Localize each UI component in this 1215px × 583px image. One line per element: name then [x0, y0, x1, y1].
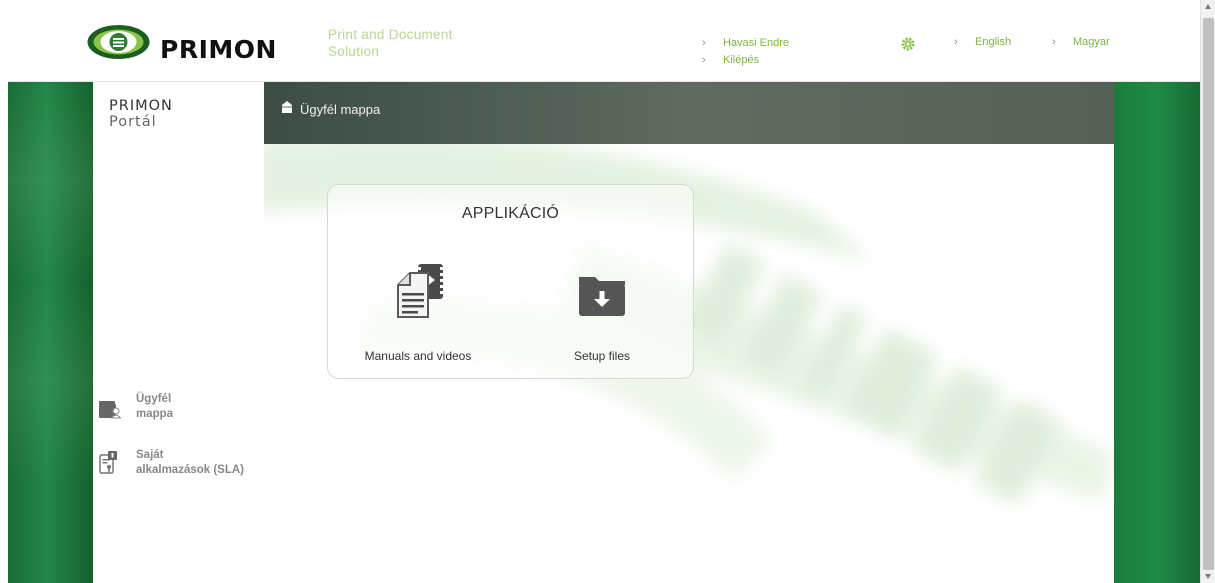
- tile-label: Setup files: [573, 349, 631, 363]
- lang-english-link[interactable]: › English: [954, 36, 1011, 48]
- breadcrumb-current[interactable]: Ügyfél mappa: [300, 102, 380, 117]
- sidebar: PRIMON Portál Ügyfél mappa Saját alkalma…: [93, 82, 264, 583]
- portal-title[interactable]: PRIMON Portál: [109, 98, 173, 130]
- user-name[interactable]: Havasi Endre: [723, 37, 789, 49]
- tile-setup-files[interactable]: Setup files: [532, 263, 672, 363]
- download-folder-icon: [579, 277, 625, 316]
- logout-link[interactable]: › Kilépés: [702, 52, 789, 69]
- chevron-right-icon: ›: [702, 54, 706, 66]
- user-links: › Havasi Endre › Kilépés: [702, 35, 789, 69]
- breadcrumb: Ügyfél mappa: [264, 82, 1114, 144]
- primon-eye-logo-icon[interactable]: [86, 23, 151, 61]
- tagline-line2: Solution: [328, 44, 380, 59]
- sidebar-item-line2: mappa: [136, 408, 174, 420]
- tagline: Print and Document Solution: [328, 26, 498, 60]
- portal-title-line2: Portál: [109, 114, 157, 130]
- lang-hungarian-label[interactable]: Magyar: [1073, 36, 1110, 48]
- sidebar-item-line1: Ügyfél: [136, 393, 172, 405]
- tile-label: Manuals and videos: [364, 349, 472, 363]
- page-scrollbar[interactable]: [1200, 0, 1215, 583]
- sidebar-item-own-applications[interactable]: Saját alkalmazások (SLA): [99, 448, 264, 482]
- main-content: Ügyfél mappa APPLIKÁCIÓ Manuals and vide…: [264, 82, 1114, 583]
- chevron-right-icon: ›: [954, 36, 958, 48]
- scroll-down-arrow-icon[interactable]: [1205, 574, 1211, 579]
- right-green-panel: [1114, 82, 1200, 583]
- application-card: APPLIKÁCIÓ Manuals and videos Setup file…: [327, 184, 694, 379]
- lang-hungarian-link[interactable]: › Magyar: [1052, 36, 1110, 48]
- tagline-line1: Print and Document: [328, 27, 453, 42]
- gear-icon[interactable]: [901, 37, 915, 51]
- user-name-link[interactable]: › Havasi Endre: [702, 35, 789, 52]
- chevron-right-icon: ›: [702, 37, 706, 49]
- app-document-icon: [99, 451, 117, 474]
- portal-title-line1: PRIMON: [109, 98, 173, 114]
- chevron-right-icon: ›: [1052, 36, 1056, 48]
- left-green-panel: [8, 82, 93, 583]
- top-header: PRIMON Print and Document Solution › Hav…: [8, 8, 1200, 82]
- sidebar-item-label: Ügyfél mappa: [136, 392, 264, 422]
- sidebar-item-label: Saját alkalmazások (SLA): [136, 448, 264, 478]
- sidebar-item-line1: Saját: [136, 449, 164, 461]
- scrollbar-thumb[interactable]: [1203, 18, 1214, 570]
- logo-text[interactable]: PRIMON: [160, 35, 277, 64]
- logout-label[interactable]: Kilépés: [723, 54, 759, 66]
- home-icon[interactable]: [282, 101, 292, 113]
- documents-video-icon: [397, 264, 443, 318]
- scroll-up-arrow-icon[interactable]: [1205, 4, 1211, 9]
- card-title: APPLIKÁCIÓ: [461, 205, 560, 222]
- lang-english-label[interactable]: English: [975, 36, 1011, 48]
- sidebar-item-line2: alkalmazások (SLA): [136, 464, 245, 476]
- sidebar-item-client-folder[interactable]: Ügyfél mappa: [99, 392, 264, 426]
- folder-user-icon: [99, 401, 121, 419]
- tile-manuals-and-videos[interactable]: Manuals and videos: [348, 263, 488, 363]
